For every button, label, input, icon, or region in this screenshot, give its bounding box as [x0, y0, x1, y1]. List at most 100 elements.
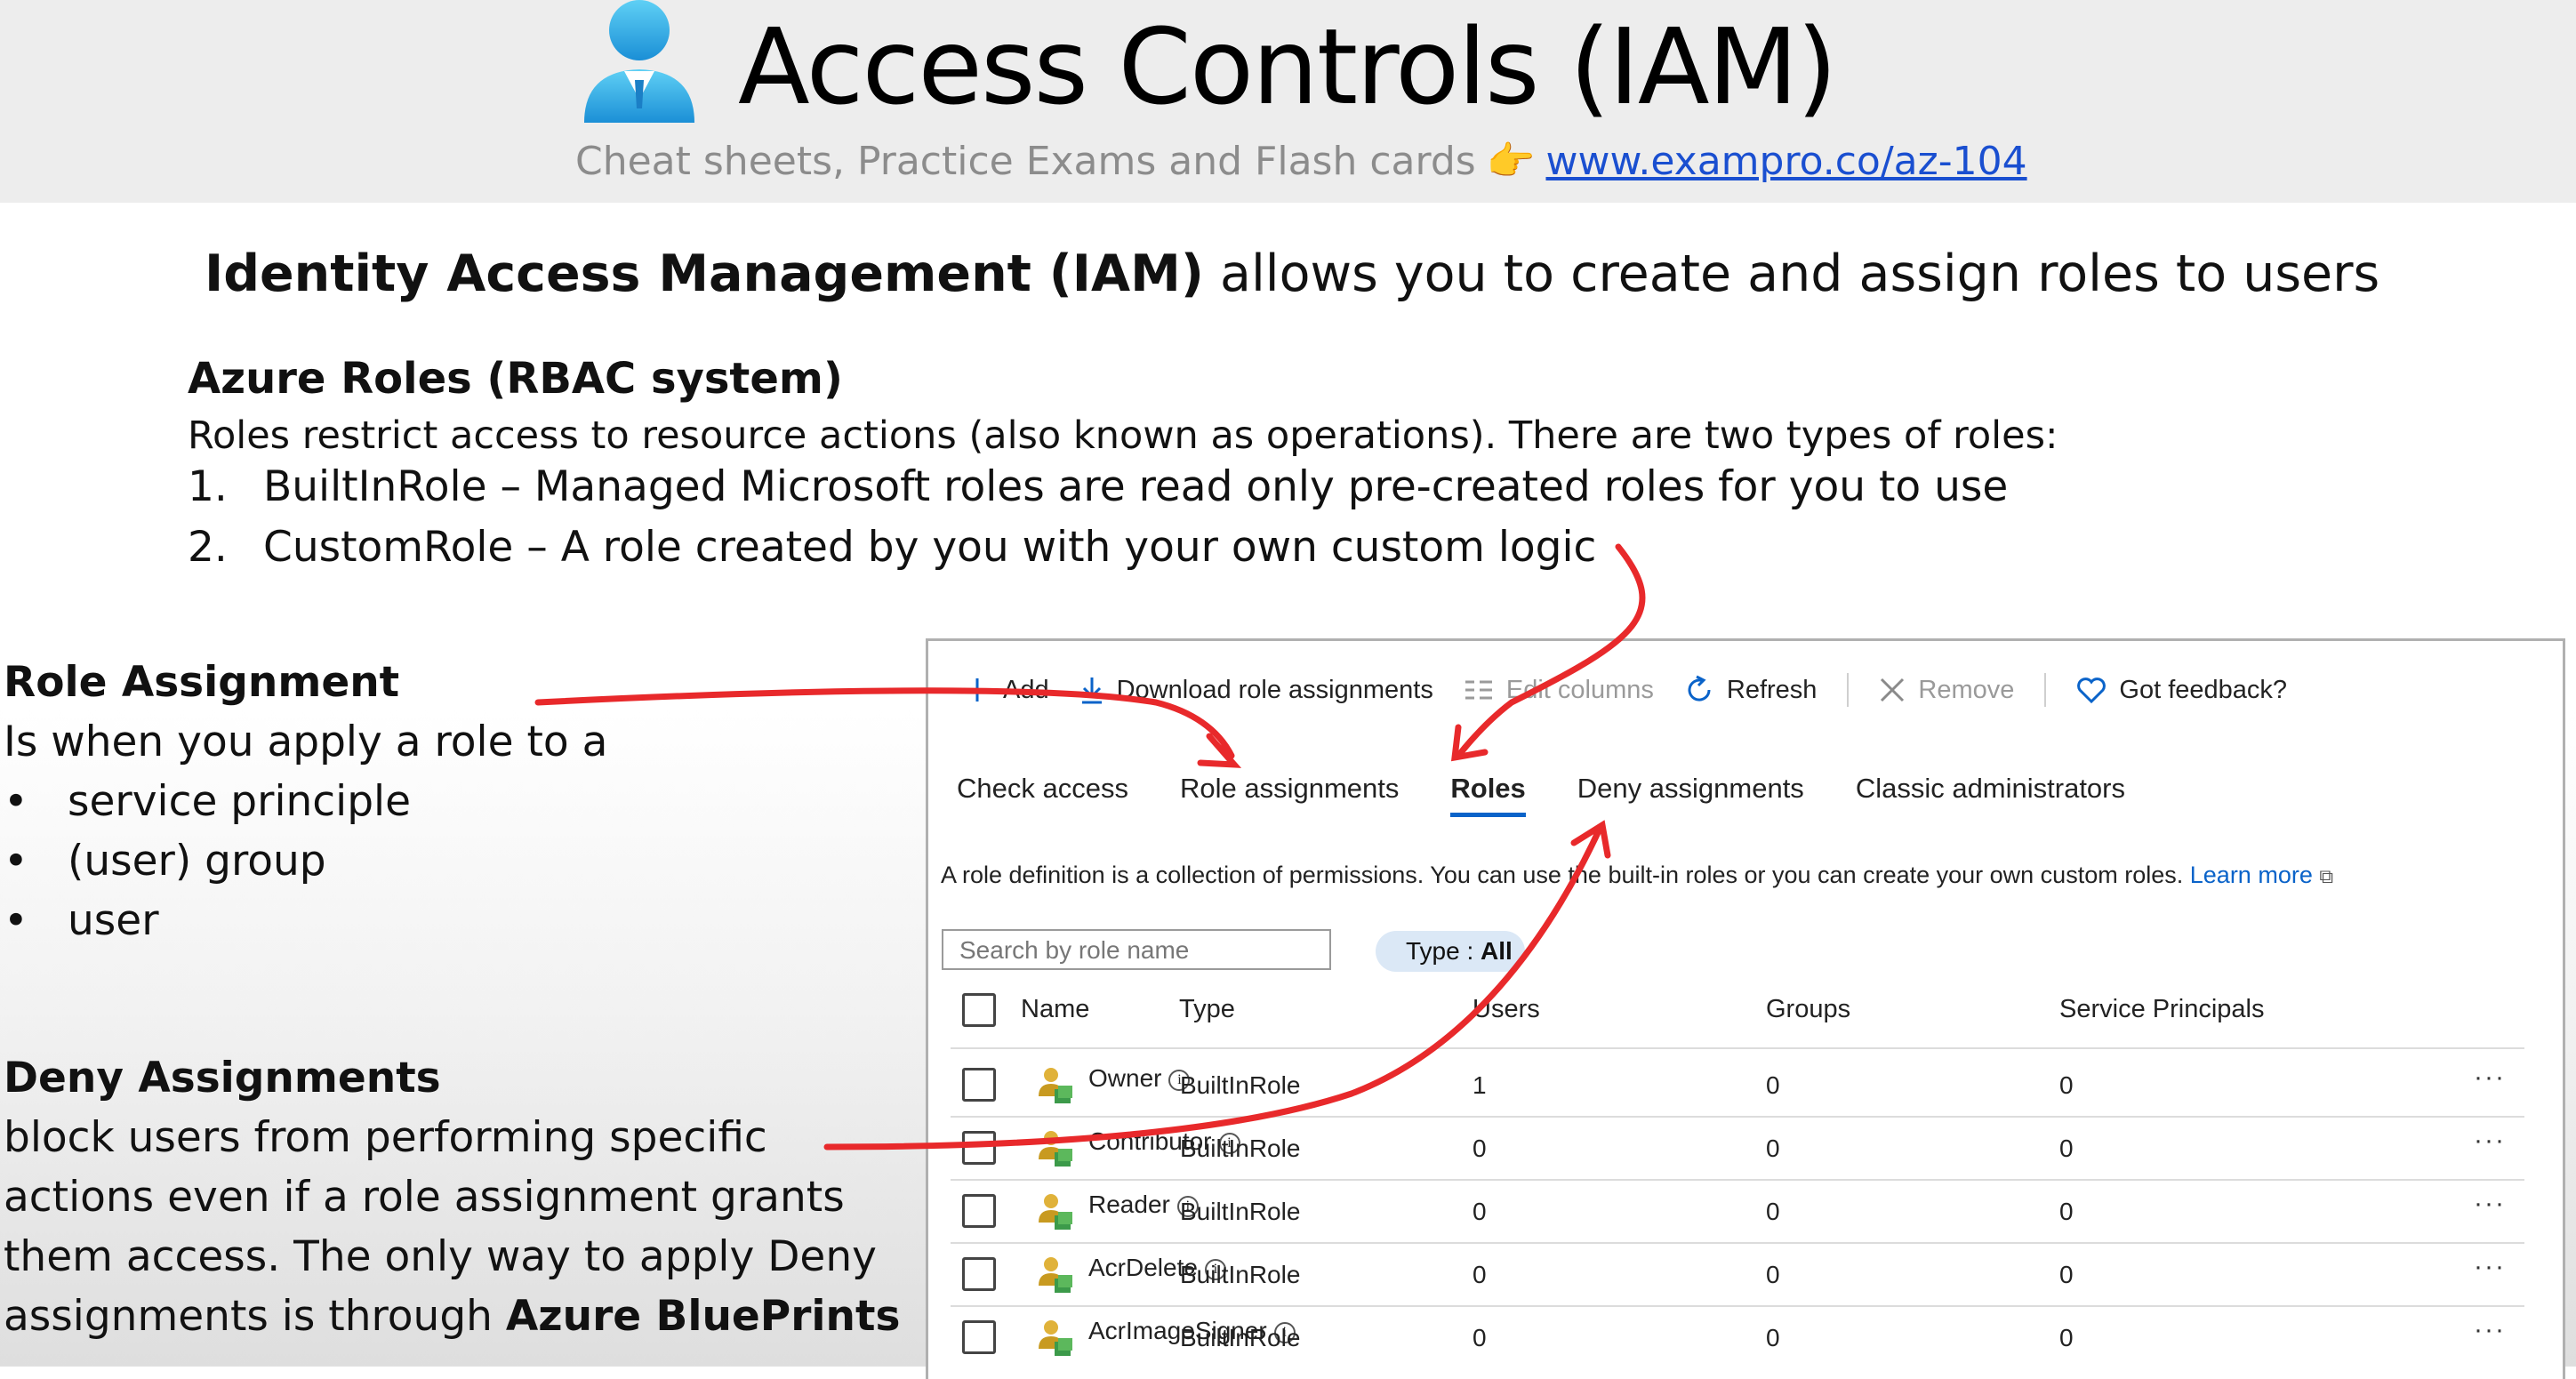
- role-name-text: Owner: [1088, 1064, 1162, 1092]
- column-header-users[interactable]: Users: [1473, 995, 1540, 1024]
- role-service-principals: 0: [2059, 1134, 2074, 1162]
- select-all-checkbox[interactable]: [962, 993, 996, 1027]
- headline-rest: allows you to create and assign roles to…: [1203, 245, 2380, 303]
- download-label: Download role assignments: [1116, 675, 1433, 704]
- more-options-icon[interactable]: ···: [2474, 1189, 2506, 1219]
- role-assignment-section: Role Assignment Is when you apply a role…: [4, 653, 607, 950]
- bullet-item: • user: [4, 891, 607, 950]
- bullet-text: (user) group: [68, 837, 326, 886]
- list-item: 2. CustomRole – A role created by you wit…: [188, 523, 2008, 583]
- heart-icon: [2076, 677, 2107, 703]
- deny-line: them access. The only way to apply Deny: [4, 1232, 877, 1281]
- download-icon: [1079, 676, 1104, 704]
- role-name[interactable]: Owner i: [1088, 1064, 1191, 1093]
- more-options-icon[interactable]: ···: [2474, 1315, 2506, 1345]
- role-users: 1: [1473, 1071, 1487, 1099]
- add-button[interactable]: Add: [964, 676, 1049, 705]
- list-text: BuiltInRole – Managed Microsoft roles ar…: [263, 462, 2009, 511]
- bullet-text: user: [68, 896, 159, 945]
- row-divider: [951, 1047, 2524, 1049]
- row-checkbox[interactable]: [962, 1131, 996, 1165]
- role-type: BuiltInRole: [1180, 1261, 1301, 1288]
- deny-line: assignments is through Azure BluePrints: [4, 1287, 900, 1346]
- filter-value: All: [1481, 937, 1513, 965]
- deny-line-prefix: assignments is through: [4, 1292, 506, 1341]
- bullet-text: service principle: [68, 777, 412, 826]
- subtitle-text: Cheat sheets, Practice Exams and Flash c…: [575, 139, 1476, 184]
- refresh-icon: [1684, 675, 1714, 705]
- role-groups: 0: [1766, 1071, 1780, 1099]
- filter-label: Type :: [1406, 937, 1481, 965]
- role-groups: 0: [1766, 1261, 1780, 1288]
- column-header-groups[interactable]: Groups: [1766, 995, 1850, 1024]
- row-checkbox[interactable]: [962, 1257, 996, 1291]
- table-row[interactable]: Contributor i BuiltInRole 0 0 0 ···: [928, 1117, 2563, 1179]
- tab-deny-assignments[interactable]: Deny assignments: [1577, 773, 1804, 817]
- role-service-principals: 0: [2059, 1261, 2074, 1288]
- type-filter-pill[interactable]: Type : All: [1376, 931, 1525, 972]
- headline-bold: Identity Access Management (IAM): [205, 245, 1204, 303]
- tab-classic-administrators[interactable]: Classic administrators: [1856, 773, 2125, 817]
- bullet-icon: •: [4, 896, 28, 945]
- row-checkbox[interactable]: [962, 1194, 996, 1228]
- refresh-button[interactable]: Refresh: [1684, 675, 1817, 705]
- remove-button[interactable]: Remove: [1879, 676, 2014, 705]
- tab-bar: Check access Role assignments Roles Deny…: [957, 773, 2177, 817]
- toolbar: Add Download role assignments Edit colum…: [964, 668, 2317, 712]
- row-checkbox[interactable]: [962, 1320, 996, 1354]
- bullet-icon: •: [4, 777, 28, 826]
- role-types-list: 1. BuiltInRole – Managed Microsoft roles …: [188, 462, 2008, 583]
- role-assignment-desc: Is when you apply a role to a: [4, 718, 608, 766]
- download-button[interactable]: Download role assignments: [1079, 676, 1433, 705]
- headline: Identity Access Management (IAM) allows …: [205, 245, 2379, 303]
- list-number: 1.: [188, 462, 228, 511]
- list-number: 2.: [188, 523, 228, 572]
- table-header: Name Type Users Groups Service Principal…: [928, 988, 2563, 1038]
- toolbar-separator: [1847, 673, 1850, 707]
- edit-columns-button[interactable]: Edit columns: [1464, 676, 1654, 705]
- more-options-icon[interactable]: ···: [2474, 1126, 2506, 1156]
- deny-line: block users from performing specific: [4, 1113, 767, 1162]
- role-icon: [1039, 1320, 1072, 1356]
- role-users: 0: [1473, 1198, 1487, 1225]
- role-type: BuiltInRole: [1180, 1198, 1301, 1225]
- column-header-type[interactable]: Type: [1179, 995, 1235, 1024]
- role-groups: 0: [1766, 1198, 1780, 1225]
- deny-line: actions even if a role assignment grants: [4, 1173, 845, 1222]
- deny-assignments-section: Deny Assignments block users from perfor…: [4, 1048, 900, 1346]
- feedback-button[interactable]: Got feedback?: [2076, 676, 2287, 705]
- table-row[interactable]: Owner i BuiltInRole 1 0 0 ···: [928, 1054, 2563, 1116]
- column-header-name[interactable]: Name: [1021, 995, 1089, 1024]
- close-icon: [1879, 677, 1906, 703]
- role-definition-description: A role definition is a collection of per…: [941, 862, 2333, 889]
- azure-blueprints-bold: Azure BluePrints: [505, 1292, 901, 1341]
- table-row[interactable]: AcrImageSigner i BuiltInRole 0 0 0 ···: [928, 1306, 2563, 1368]
- tab-roles[interactable]: Roles: [1450, 773, 1527, 817]
- azure-roles-title: Azure Roles (RBAC system): [188, 354, 843, 404]
- learn-more-link[interactable]: Learn more: [2190, 862, 2313, 888]
- more-options-icon[interactable]: ···: [2474, 1062, 2506, 1093]
- role-type: BuiltInRole: [1180, 1071, 1301, 1099]
- more-options-icon[interactable]: ···: [2474, 1252, 2506, 1282]
- columns-icon: [1464, 678, 1494, 702]
- list-item: 1. BuiltInRole – Managed Microsoft roles …: [188, 462, 2008, 523]
- role-type: BuiltInRole: [1180, 1134, 1301, 1162]
- role-service-principals: 0: [2059, 1324, 2074, 1351]
- user-icon: [584, 0, 694, 123]
- role-icon: [1039, 1194, 1072, 1230]
- role-groups: 0: [1766, 1134, 1780, 1162]
- tab-check-access[interactable]: Check access: [957, 773, 1128, 817]
- plus-icon: [964, 677, 991, 703]
- azure-roles-panel: Add Download role assignments Edit colum…: [926, 638, 2565, 1379]
- table-row[interactable]: AcrDelete i BuiltInRole 0 0 0 ···: [928, 1243, 2563, 1305]
- column-header-service-principals[interactable]: Service Principals: [2059, 995, 2264, 1024]
- role-users: 0: [1473, 1261, 1487, 1288]
- role-assignment-title: Role Assignment: [4, 658, 400, 707]
- exampro-link[interactable]: www.exampro.co/az-104: [1545, 139, 2026, 184]
- row-checkbox[interactable]: [962, 1068, 996, 1102]
- azure-roles-desc: Roles restrict access to resource action…: [188, 413, 2058, 458]
- table-row[interactable]: Reader i BuiltInRole 0 0 0 ···: [928, 1180, 2563, 1242]
- tab-role-assignments[interactable]: Role assignments: [1180, 773, 1399, 817]
- search-input[interactable]: Search by role name: [942, 929, 1331, 970]
- title-banner: Access Controls (IAM) Cheat sheets, Prac…: [0, 0, 2576, 203]
